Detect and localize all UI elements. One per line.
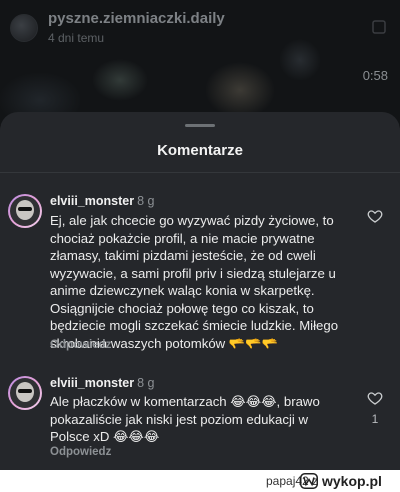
video-timestamp: 0:58: [362, 68, 388, 83]
site-logo: wykop.pl: [300, 472, 398, 490]
reply-button[interactable]: Odpowiedz: [50, 339, 111, 351]
watermark-footer: papaj42 z wykop.pl: [0, 470, 400, 492]
comment-age: 8 g: [137, 376, 155, 390]
comment-username[interactable]: elviii_monster 8 g: [50, 376, 154, 390]
comment-text: Ale płaczków w komentarzach 😂😂😂, brawo p…: [50, 394, 320, 444]
comment-age: 8 g: [137, 194, 155, 208]
more-icon[interactable]: [372, 20, 386, 34]
comment-text: Ej, ale jak chcecie go wyzywać pizdy życ…: [50, 213, 339, 351]
like-count: 1: [371, 412, 379, 426]
author-avatar[interactable]: [10, 14, 38, 42]
post-header: pyszne.ziemniaczki.daily 4 dni temu: [0, 0, 400, 52]
app-screen: pyszne.ziemniaczki.daily 4 dni temu 0:58…: [0, 0, 400, 470]
avatar[interactable]: [8, 194, 42, 228]
post-time: 4 dni temu: [48, 31, 105, 45]
comment-username[interactable]: elviii_monster 8 g: [50, 194, 154, 208]
drag-handle[interactable]: [185, 124, 215, 127]
sheet-title: Komentarze: [157, 142, 243, 159]
wykop-logo-icon: [300, 473, 318, 489]
heart-icon[interactable]: [367, 390, 383, 406]
divider: [0, 172, 400, 173]
avatar[interactable]: [8, 376, 42, 410]
author-name[interactable]: pyszne.ziemniaczki.daily: [48, 10, 225, 27]
comments-sheet: Komentarze elviii_monster 8 g Ej, ale jak…: [0, 112, 400, 470]
heart-icon[interactable]: [367, 208, 383, 224]
reply-button[interactable]: Odpowiedz: [50, 446, 111, 458]
site-name: wykop.pl: [322, 473, 382, 489]
